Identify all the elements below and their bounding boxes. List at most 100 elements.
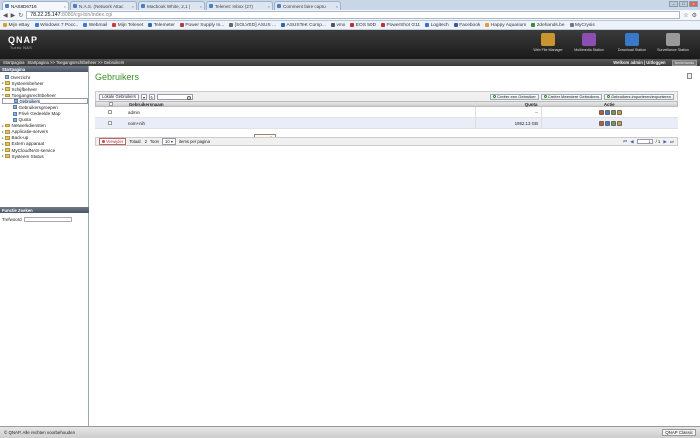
close-window-button[interactable]: × — [689, 1, 698, 7]
forward-icon[interactable]: ▶ — [11, 12, 16, 19]
folder-globe-icon — [541, 33, 555, 46]
bookmark-item[interactable]: vmx — [330, 22, 346, 28]
edit-icon[interactable] — [598, 120, 604, 126]
minimize-button[interactable]: – — [669, 1, 678, 7]
bookmark-item[interactable]: Logitech — [425, 23, 449, 28]
bookmark-item[interactable]: PowerShot G11 — [381, 23, 420, 28]
folder-icon[interactable] — [616, 109, 622, 115]
user-search-input[interactable] — [156, 93, 193, 100]
browser-tab[interactable]: Comment faire captu × — [274, 1, 341, 10]
bookmark-label: vmx — [336, 22, 346, 28]
keyword-input[interactable] — [23, 217, 72, 222]
user-name: admin — [125, 107, 476, 117]
bookmark-item[interactable]: Mijn eBay — [3, 23, 30, 28]
sidebar-item-label: Back-up — [11, 135, 29, 141]
bookmark-item[interactable]: EOS 50D — [350, 23, 376, 28]
welcome-text[interactable]: Welkom admin | Uitloggen — [613, 60, 665, 65]
edit-icon[interactable] — [598, 109, 604, 115]
bookmark-item[interactable]: Mijn Telenet — [112, 23, 143, 28]
row-checkbox[interactable] — [108, 110, 112, 114]
bookmark-item[interactable]: Windows 7 Pocc.. — [34, 23, 78, 28]
table-pager: Verwijder Totaal: 2 Toon 10 ▾ items per … — [95, 137, 678, 146]
close-tab-icon[interactable]: × — [336, 4, 338, 9]
maximize-button[interactable]: □ — [679, 1, 688, 7]
row-actions — [542, 120, 678, 126]
browser-tab[interactable]: Macbook White, 2,1 | × — [138, 1, 205, 10]
bookmark-label: Power Supply In... — [185, 22, 225, 28]
bookmark-item[interactable]: 2dehands.be — [531, 23, 565, 28]
bookmark-icon — [34, 23, 39, 27]
prev-page-icon[interactable]: ◀ — [630, 139, 634, 145]
close-tab-icon[interactable]: × — [132, 4, 134, 9]
last-page-icon[interactable]: ⏭ — [670, 139, 674, 144]
delete-button[interactable]: Verwijder — [99, 138, 127, 145]
back-icon[interactable]: ◀ — [3, 12, 8, 19]
add-icon — [493, 95, 497, 98]
header-shortcut[interactable]: Surveillance Station — [653, 33, 693, 52]
create-user-button[interactable]: Creëer een Gebruiker — [490, 93, 539, 100]
group-icon[interactable] — [610, 109, 616, 115]
next-page-icon[interactable]: ▶ — [663, 139, 667, 145]
star-icon[interactable]: ☆ — [683, 12, 688, 19]
user-type-select[interactable]: Lokale Gebruikers — [99, 93, 139, 100]
url-field[interactable]: 78.22.25.147:8080/cgi-bin/index.cgi — [26, 11, 681, 19]
sidebar-item-label: Systeembeheer — [11, 80, 44, 86]
column-name[interactable]: Gebruikersnaam — [126, 102, 476, 107]
wrench-icon[interactable]: ⚙ — [692, 12, 697, 19]
column-quota[interactable]: Quota — [476, 102, 542, 107]
bookmark-item[interactable]: ASUSTeK Comp... — [281, 23, 326, 28]
per-page-value: 10 — [165, 139, 170, 144]
nav-tree: Overzicht ▸ Systeembeheer ▸ Schijfbeheer ▾ Toe… — [0, 72, 88, 159]
folder-icon[interactable] — [616, 120, 622, 126]
bookmark-label: Mijn Telenet — [117, 22, 144, 28]
browser-tab[interactable]: Telenet: Inbox (27) × — [206, 1, 273, 10]
password-icon[interactable] — [604, 120, 610, 126]
help-icon[interactable] — [687, 73, 692, 79]
total-label: Totaal: — [129, 139, 142, 144]
bookmark-item[interactable]: [SOLVED] ASUS ... — [229, 23, 276, 28]
close-tab-icon[interactable]: × — [200, 4, 202, 9]
sidebar-item[interactable]: ▸ Systeem Status — [2, 153, 88, 159]
dropdown-arrow-icon[interactable]: ▾ — [140, 93, 147, 100]
sidebar-item-label: Systeem Status — [11, 153, 44, 159]
browser-tab[interactable]: N.A.S. (Network Attac × — [70, 1, 137, 10]
refresh-icon[interactable]: ↻ — [148, 93, 155, 100]
password-icon[interactable] — [604, 109, 610, 115]
bookmark-item[interactable]: Facebook — [453, 23, 480, 28]
bookmarks-bar: Mijn eBay Windows 7 Pocc.. Webmail Mijn Tel… — [0, 21, 700, 30]
browser-tab-bar: NAS8D6716 × N.A.S. (Network Attac × Macbook … — [0, 0, 700, 10]
import-export-button[interactable]: Gebruikers importeren/exporteren — [603, 93, 674, 100]
sidebar-item-label: Privé Gedeelde Map — [18, 111, 61, 117]
per-page-select[interactable]: 10 ▾ — [162, 138, 176, 145]
bookmark-icon — [83, 23, 88, 27]
row-checkbox[interactable] — [108, 121, 112, 125]
header-shortcut[interactable]: Download Station — [612, 33, 652, 52]
download-icon — [625, 33, 639, 46]
close-tab-icon[interactable]: × — [268, 4, 270, 9]
create-multiple-users-button[interactable]: Creëer Meerdere Gebruikers — [540, 93, 602, 100]
sidebar-item-label: Netwerkdiensten — [11, 123, 46, 129]
browser-tab[interactable]: NAS8D6716 × — [2, 1, 69, 10]
url-host: 78.22.25.147 — [30, 12, 61, 18]
page-input[interactable]: 1 — [636, 139, 653, 144]
reload-icon[interactable]: ↻ — [18, 12, 23, 19]
bookmark-item[interactable]: MyCrysis — [569, 23, 595, 28]
group-icon[interactable] — [610, 120, 616, 126]
first-page-icon[interactable]: ⏮ — [623, 139, 627, 144]
bookmark-item[interactable]: Telemeter — [148, 23, 175, 28]
ui-mode-select[interactable]: QNAP Classic — [662, 429, 696, 436]
select-all-checkbox[interactable] — [108, 102, 113, 106]
page-title: Gebruikers — [95, 72, 140, 82]
header-shortcut[interactable]: Multimedia Station — [569, 33, 609, 52]
bookmark-icon — [148, 23, 153, 27]
bookmark-item[interactable]: Webmail — [83, 23, 107, 28]
header-shortcut[interactable]: Web File Manager — [528, 33, 568, 52]
bookmark-item[interactable]: Happy Aquarium — [485, 23, 526, 28]
tab-title: NAS8D6716 — [11, 3, 37, 9]
bookmark-item[interactable]: Power Supply In... — [179, 22, 225, 28]
close-tab-icon[interactable]: × — [64, 4, 66, 9]
bookmark-icon — [350, 23, 355, 27]
language-select[interactable]: Nederlands — [671, 59, 697, 66]
folder-icon — [5, 130, 10, 134]
row-actions — [542, 109, 678, 115]
